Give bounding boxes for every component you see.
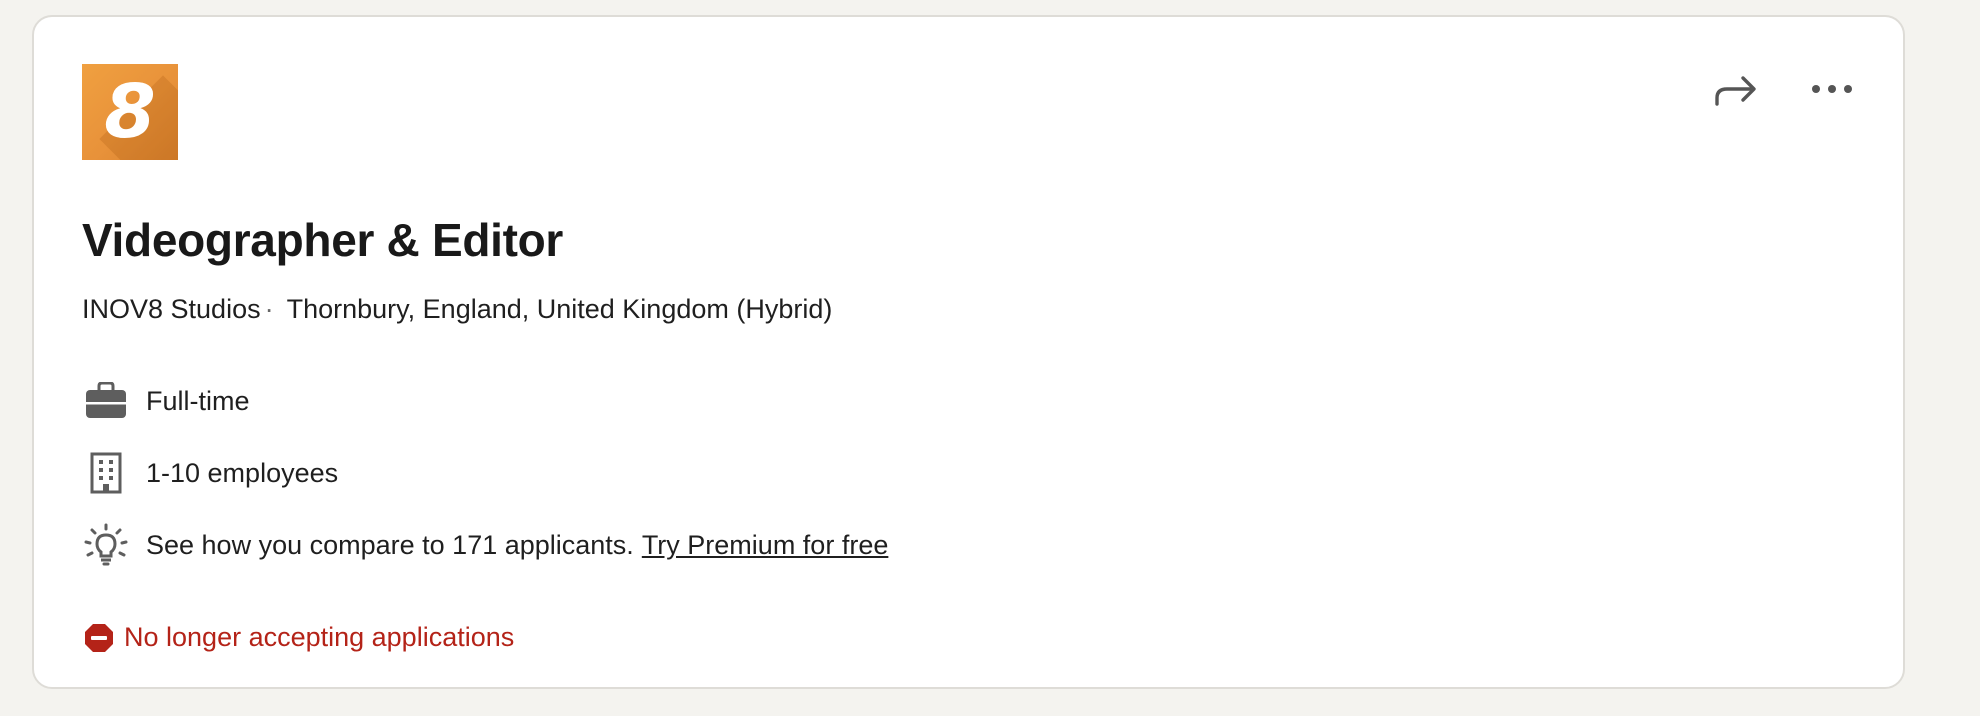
job-card: 8 Videographer & Editor INOV8 Studios · T… [32,15,1905,689]
briefcase-icon [82,377,130,425]
more-options-button[interactable] [1801,61,1863,117]
card-actions [1705,61,1863,117]
company-name[interactable]: INOV8 Studios [82,294,261,324]
try-premium-link[interactable]: Try Premium for free [642,530,889,561]
more-options-icon [1812,85,1852,93]
lightbulb-icon [82,521,130,569]
building-icon [82,449,130,497]
job-title: Videographer & Editor [82,214,564,266]
insight-employment-type: Full-time [82,376,888,426]
company-logo[interactable]: 8 [82,64,178,160]
share-button[interactable] [1705,61,1767,117]
error-icon [84,623,114,653]
employment-type-text: Full-time [146,385,250,416]
insight-applicants: See how you compare to 171 applicants. T… [82,520,888,570]
job-location: Thornbury, England, United Kingdom (Hybr… [286,294,833,324]
company-size-text: 1-10 employees [146,457,339,488]
applicants-text: See how you compare to 171 applicants. [146,529,634,560]
share-arrow-icon [1715,76,1756,106]
job-subtitle: INOV8 Studios · Thornbury, England, Unite… [82,294,832,325]
subtitle-separator: · [264,294,274,324]
status-text: No longer accepting applications [124,622,515,652]
job-insights: Full-time 1-10 employees See how you com… [82,376,888,592]
insight-company-size: 1-10 employees [82,448,888,498]
application-status: No longer accepting applications [84,622,514,653]
logo-glyph: 8 [104,69,156,155]
